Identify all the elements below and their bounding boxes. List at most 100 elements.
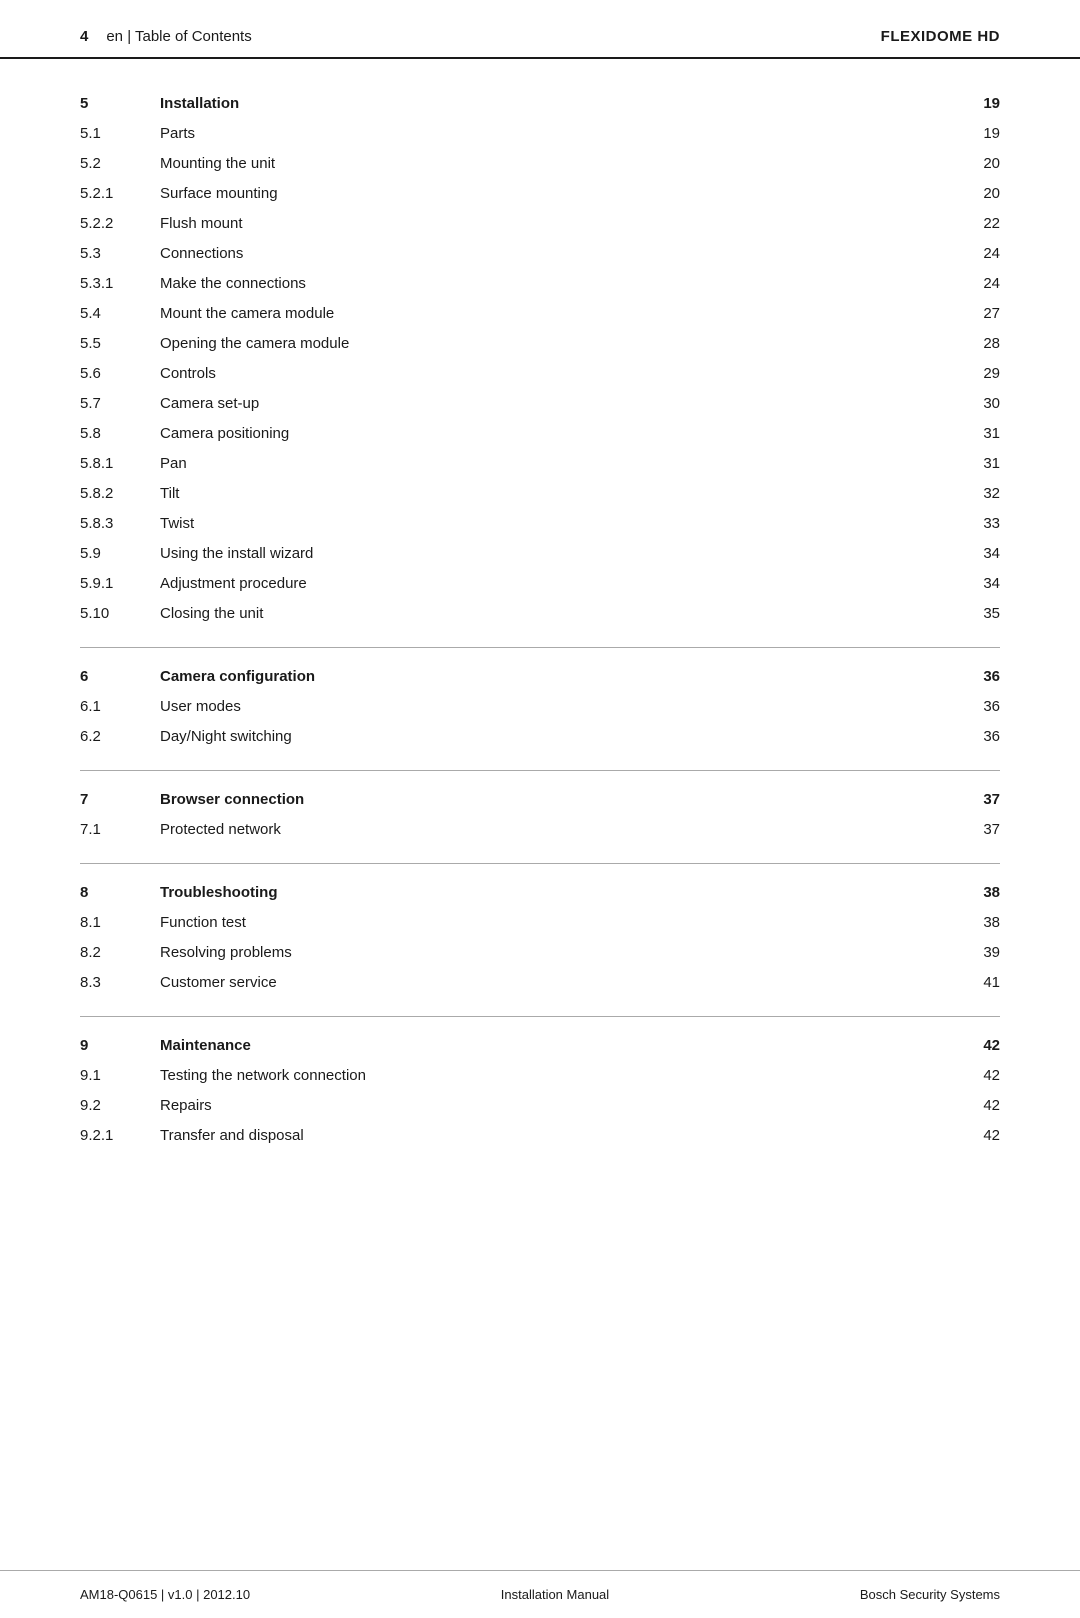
- toc-item-page: 22: [960, 212, 1000, 236]
- toc-item-page: 29: [960, 362, 1000, 386]
- toc-row: 5.3.1 Make the connections 24: [80, 269, 1000, 299]
- toc-item-page: 27: [960, 302, 1000, 326]
- toc-item-title: Parts: [160, 122, 960, 146]
- toc-section-number: 5: [80, 92, 160, 116]
- toc-item-page: 35: [960, 602, 1000, 626]
- toc-item-page: 36: [960, 725, 1000, 749]
- toc-item-title: Day/Night switching: [160, 725, 960, 749]
- page-footer: AM18-Q0615 | v1.0 | 2012.10 Installation…: [0, 1570, 1080, 1618]
- toc-item-title: Transfer and disposal: [160, 1124, 960, 1148]
- toc-section-title: Installation: [160, 92, 960, 116]
- toc-section-header: 9 Maintenance 42: [80, 1031, 1000, 1061]
- toc-row: 5.4 Mount the camera module 27: [80, 299, 1000, 329]
- header-section: en | Table of Contents: [106, 28, 251, 45]
- toc-row: 5.3 Connections 24: [80, 239, 1000, 269]
- toc-item-page: 20: [960, 182, 1000, 206]
- toc-item-page: 42: [960, 1094, 1000, 1118]
- toc-row: 5.8.2 Tilt 32: [80, 479, 1000, 509]
- toc-item-number: 5.6: [80, 362, 160, 386]
- toc-row: 9.1 Testing the network connection 42: [80, 1061, 1000, 1091]
- toc-item-number: 5.7: [80, 392, 160, 416]
- toc-item-title: Camera positioning: [160, 422, 960, 446]
- toc-item-number: 5.3.1: [80, 272, 160, 296]
- toc-item-title: Closing the unit: [160, 602, 960, 626]
- toc-item-number: 5.8.2: [80, 482, 160, 506]
- toc-row: 9.2 Repairs 42: [80, 1091, 1000, 1121]
- toc-item-number: 5.8.3: [80, 512, 160, 536]
- toc-item-number: 5.2.1: [80, 182, 160, 206]
- toc-section-title: Browser connection: [160, 788, 960, 812]
- toc-item-page: 37: [960, 818, 1000, 842]
- toc-item-number: 5.8: [80, 422, 160, 446]
- toc-row: 8.2 Resolving problems 39: [80, 938, 1000, 968]
- toc-item-title: User modes: [160, 695, 960, 719]
- toc-item-number: 8.3: [80, 971, 160, 995]
- section-separator: [80, 770, 1000, 771]
- toc-row: 7.1 Protected network 37: [80, 815, 1000, 845]
- header-page-number: 4: [80, 28, 88, 45]
- page-header: 4 en | Table of Contents FLEXIDOME HD: [0, 0, 1080, 59]
- footer-center: Installation Manual: [501, 1587, 609, 1602]
- toc-section-number: 9: [80, 1034, 160, 1058]
- toc-item-page: 41: [960, 971, 1000, 995]
- toc-row: 5.9 Using the install wizard 34: [80, 539, 1000, 569]
- toc-row: 5.8.3 Twist 33: [80, 509, 1000, 539]
- toc-item-title: Mounting the unit: [160, 152, 960, 176]
- section-separator: [80, 647, 1000, 648]
- toc-section-page: 38: [960, 881, 1000, 905]
- toc-item-page: 34: [960, 572, 1000, 596]
- toc-item-page: 24: [960, 272, 1000, 296]
- toc-content: 5 Installation 19 5.1 Parts 19 5.2 Mount…: [0, 59, 1080, 1570]
- toc-item-number: 7.1: [80, 818, 160, 842]
- toc-item-title: Mount the camera module: [160, 302, 960, 326]
- toc-section-number: 8: [80, 881, 160, 905]
- toc-item-number: 9.2.1: [80, 1124, 160, 1148]
- toc-item-title: Adjustment procedure: [160, 572, 960, 596]
- toc-section-header: 8 Troubleshooting 38: [80, 878, 1000, 908]
- toc-item-title: Tilt: [160, 482, 960, 506]
- toc-item-page: 28: [960, 332, 1000, 356]
- toc-item-page: 20: [960, 152, 1000, 176]
- toc-section-page: 19: [960, 92, 1000, 116]
- toc-item-number: 5.10: [80, 602, 160, 626]
- toc-item-number: 8.1: [80, 911, 160, 935]
- toc-item-page: 24: [960, 242, 1000, 266]
- section-separator: [80, 1016, 1000, 1017]
- toc-item-number: 5.2: [80, 152, 160, 176]
- toc-row: 5.8 Camera positioning 31: [80, 419, 1000, 449]
- toc-section-header: 7 Browser connection 37: [80, 785, 1000, 815]
- toc-row: 9.2.1 Transfer and disposal 42: [80, 1121, 1000, 1151]
- toc-item-number: 9.1: [80, 1064, 160, 1088]
- toc-row: 5.8.1 Pan 31: [80, 449, 1000, 479]
- toc-item-number: 5.9: [80, 542, 160, 566]
- toc-row: 8.1 Function test 38: [80, 908, 1000, 938]
- toc-item-number: 6.1: [80, 695, 160, 719]
- toc-item-number: 5.4: [80, 302, 160, 326]
- section-separator: [80, 863, 1000, 864]
- toc-row: 5.2.1 Surface mounting 20: [80, 179, 1000, 209]
- toc-row: 5.6 Controls 29: [80, 359, 1000, 389]
- footer-right: Bosch Security Systems: [860, 1587, 1000, 1602]
- toc-item-title: Opening the camera module: [160, 332, 960, 356]
- toc-item-title: Function test: [160, 911, 960, 935]
- toc-item-page: 42: [960, 1124, 1000, 1148]
- toc-item-page: 38: [960, 911, 1000, 935]
- toc-item-number: 5.3: [80, 242, 160, 266]
- toc-item-page: 31: [960, 422, 1000, 446]
- toc-section-page: 36: [960, 665, 1000, 689]
- toc-item-number: 6.2: [80, 725, 160, 749]
- toc-item-page: 31: [960, 452, 1000, 476]
- toc-item-title: Twist: [160, 512, 960, 536]
- footer-left: AM18-Q0615 | v1.0 | 2012.10: [80, 1587, 250, 1602]
- toc-item-title: Repairs: [160, 1094, 960, 1118]
- toc-section-header: 5 Installation 19: [80, 89, 1000, 119]
- toc-row: 5.1 Parts 19: [80, 119, 1000, 149]
- toc-item-page: 42: [960, 1064, 1000, 1088]
- toc-item-number: 5.5: [80, 332, 160, 356]
- toc-section-number: 7: [80, 788, 160, 812]
- toc-item-title: Camera set-up: [160, 392, 960, 416]
- toc-section-title: Camera configuration: [160, 665, 960, 689]
- toc-item-page: 32: [960, 482, 1000, 506]
- toc-row: 5.9.1 Adjustment procedure 34: [80, 569, 1000, 599]
- toc-item-title: Controls: [160, 362, 960, 386]
